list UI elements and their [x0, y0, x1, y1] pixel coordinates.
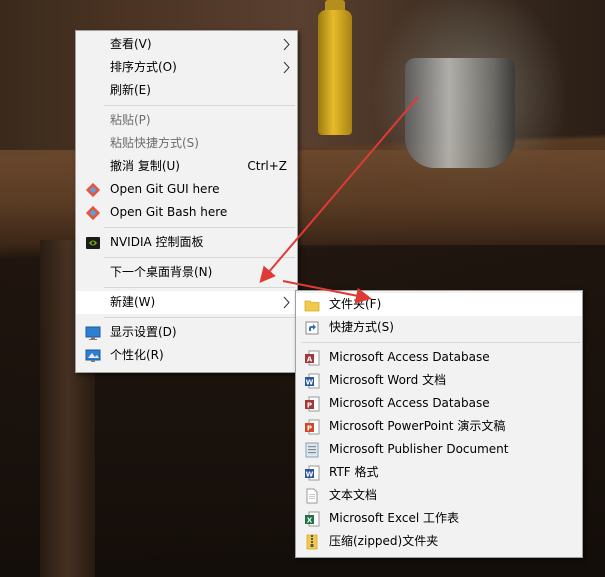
menu-item-sort-by[interactable]: 排序方式(O) — [76, 56, 297, 79]
menu-item-paste[interactable]: 粘贴(P) — [76, 109, 297, 132]
publisher-file-icon — [305, 442, 319, 458]
menu-item-view[interactable]: 查看(V) — [76, 33, 297, 56]
submenu-item-excel-label: Microsoft Excel 工作表 — [329, 511, 460, 525]
submenu-item-folder[interactable]: 文件夹(F) — [296, 293, 582, 316]
menu-separator — [104, 317, 295, 318]
submenu-item-access-database-2[interactable]: P Microsoft Access Database — [296, 392, 582, 415]
excel-file-icon: X — [305, 511, 320, 527]
menu-item-display-settings[interactable]: 显示设置(D) — [76, 321, 297, 344]
menu-item-personalize[interactable]: 个性化(R) — [76, 344, 297, 367]
access-file-icon: A — [305, 350, 320, 366]
svg-text:W: W — [306, 378, 314, 386]
menu-item-refresh[interactable]: 刷新(E) — [76, 79, 297, 102]
menu-item-paste-label: 粘贴(P) — [110, 113, 151, 127]
wallpaper-cup — [405, 58, 515, 168]
submenu-item-access-database-1-label: Microsoft Access Database — [329, 350, 490, 364]
svg-text:A: A — [307, 355, 313, 363]
menu-separator — [104, 105, 295, 106]
menu-item-undo-copy[interactable]: 撤消 复制(U) Ctrl+Z — [76, 155, 297, 178]
svg-text:X: X — [307, 516, 313, 524]
menu-item-nvidia[interactable]: NVIDIA 控制面板 — [76, 231, 297, 254]
submenu-arrow-icon — [283, 296, 290, 309]
submenu-item-shortcut[interactable]: 快捷方式(S) — [296, 316, 582, 339]
submenu-item-text-document-label: 文本文档 — [329, 488, 378, 502]
submenu-item-access-database-1[interactable]: A Microsoft Access Database — [296, 346, 582, 369]
menu-item-view-label: 查看(V) — [110, 37, 152, 51]
submenu-item-powerpoint-label: Microsoft PowerPoint 演示文稿 — [329, 419, 506, 433]
menu-item-refresh-label: 刷新(E) — [110, 83, 151, 97]
access-file-icon: P — [305, 396, 320, 412]
zip-folder-icon — [306, 534, 318, 550]
git-bash-icon — [85, 205, 101, 221]
menu-item-undo-copy-label: 撤消 复制(U) — [110, 159, 180, 173]
submenu-item-text-document[interactable]: 文本文档 — [296, 484, 582, 507]
menu-item-paste-shortcut-label: 粘贴快捷方式(S) — [110, 136, 199, 150]
menu-item-new[interactable]: 新建(W) — [76, 291, 297, 314]
submenu-item-word-document-label: Microsoft Word 文档 — [329, 373, 447, 387]
word-file-icon: W — [305, 373, 320, 389]
nvidia-icon — [86, 237, 100, 249]
new-submenu: 文件夹(F) 快捷方式(S) A Microsoft Access Databa… — [295, 290, 583, 558]
svg-text:P: P — [307, 424, 312, 432]
folder-icon — [304, 300, 320, 312]
svg-text:W: W — [306, 470, 314, 478]
menu-item-personalize-label: 个性化(R) — [110, 348, 164, 362]
menu-item-next-background[interactable]: 下一个桌面背景(N) — [76, 261, 297, 284]
submenu-arrow-icon — [283, 61, 290, 74]
shortcut-icon — [305, 321, 319, 335]
menu-item-display-settings-label: 显示设置(D) — [110, 325, 177, 339]
powerpoint-file-icon: P — [305, 419, 320, 435]
submenu-arrow-icon — [283, 38, 290, 51]
submenu-item-zip-folder[interactable]: 压缩(zipped)文件夹 — [296, 530, 582, 553]
menu-item-undo-shortcut: Ctrl+Z — [247, 159, 287, 173]
submenu-item-zip-folder-label: 压缩(zipped)文件夹 — [329, 534, 439, 548]
menu-item-git-bash-label: Open Git Bash here — [110, 205, 228, 219]
submenu-item-publisher-label: Microsoft Publisher Document — [329, 442, 509, 456]
menu-separator — [104, 287, 295, 288]
menu-item-paste-shortcut[interactable]: 粘贴快捷方式(S) — [76, 132, 297, 155]
submenu-item-powerpoint[interactable]: P Microsoft PowerPoint 演示文稿 — [296, 415, 582, 438]
submenu-item-rtf-label: RTF 格式 — [329, 465, 379, 479]
menu-item-next-background-label: 下一个桌面背景(N) — [110, 265, 213, 279]
submenu-item-publisher[interactable]: Microsoft Publisher Document — [296, 438, 582, 461]
personalize-icon — [85, 349, 101, 362]
git-gui-icon — [85, 182, 101, 198]
menu-item-git-gui[interactable]: Open Git GUI here — [76, 178, 297, 201]
menu-item-new-label: 新建(W) — [110, 295, 156, 309]
desktop-context-menu: 查看(V) 排序方式(O) 刷新(E) 粘贴(P) 粘贴快捷方式(S) 撤消 复… — [75, 30, 298, 373]
display-settings-icon — [85, 326, 101, 340]
submenu-item-shortcut-label: 快捷方式(S) — [329, 320, 394, 334]
menu-item-git-gui-label: Open Git GUI here — [110, 182, 220, 196]
svg-text:P: P — [307, 401, 312, 409]
menu-separator — [104, 257, 295, 258]
submenu-item-word-document[interactable]: W Microsoft Word 文档 — [296, 369, 582, 392]
submenu-item-excel[interactable]: X Microsoft Excel 工作表 — [296, 507, 582, 530]
submenu-item-folder-label: 文件夹(F) — [329, 297, 382, 311]
menu-separator — [104, 227, 295, 228]
text-file-icon — [306, 488, 318, 504]
menu-item-git-bash[interactable]: Open Git Bash here — [76, 201, 297, 224]
submenu-item-access-database-2-label: Microsoft Access Database — [329, 396, 490, 410]
menu-item-sort-by-label: 排序方式(O) — [110, 60, 177, 74]
submenu-item-rtf[interactable]: W RTF 格式 — [296, 461, 582, 484]
menu-item-nvidia-label: NVIDIA 控制面板 — [110, 235, 204, 249]
rtf-file-icon: W — [305, 465, 320, 481]
wallpaper-bottle — [318, 10, 352, 135]
menu-separator — [302, 342, 580, 343]
